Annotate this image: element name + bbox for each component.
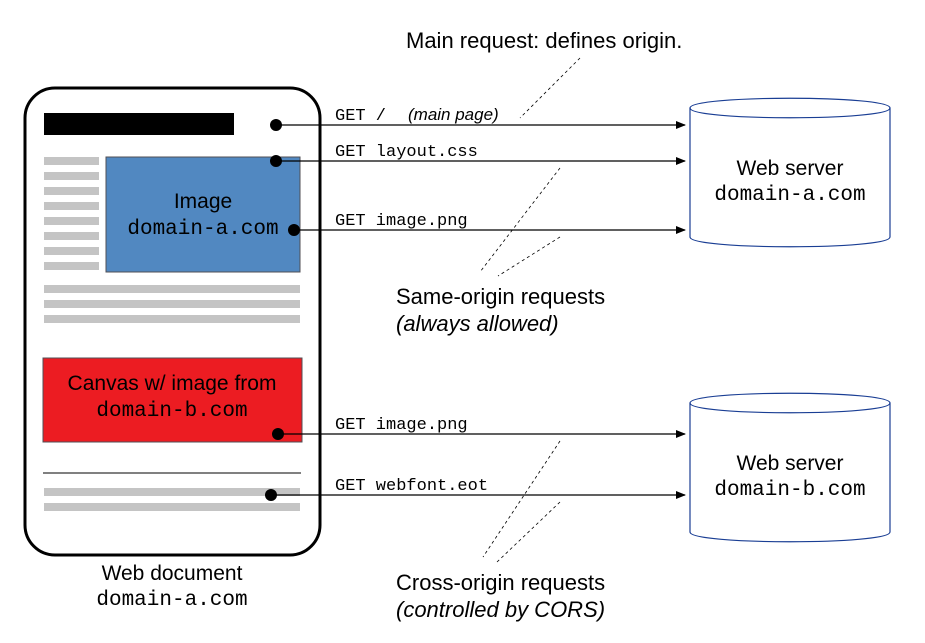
request-css-label: GET layout.css <box>335 143 478 162</box>
server-a: Web server domain-a.com <box>690 98 890 247</box>
cross-origin-group: Cross-origin requests (controlled by COR… <box>396 441 605 622</box>
request-main-note: (main page) <box>408 105 499 124</box>
request-main-get: GET / <box>335 107 386 126</box>
doc-titlebar <box>44 113 234 135</box>
server-b: Web server domain-b.com <box>690 393 890 542</box>
canvas-box-line1: Canvas w/ image from <box>68 372 277 395</box>
cross-origin-title: Cross-origin requests <box>396 570 605 595</box>
same-origin-sub: (always allowed) <box>396 311 559 336</box>
main-request-connector <box>520 58 580 118</box>
same-origin-title: Same-origin requests <box>396 284 605 309</box>
main-request-label: Main request: defines origin. <box>406 28 682 53</box>
server-a-title: Web server <box>737 157 844 180</box>
cross-origin-sub: (controlled by CORS) <box>396 597 605 622</box>
doc-caption-line2: domain-a.com <box>96 589 247 612</box>
request-image-same: GET image.png <box>288 212 685 236</box>
image-box-line2: domain-a.com <box>127 218 278 241</box>
server-a-domain: domain-a.com <box>714 184 865 207</box>
request-main: GET / (main page) <box>270 105 685 131</box>
image-box: Image domain-a.com <box>106 157 300 272</box>
doc-caption-line1: Web document <box>102 562 243 585</box>
request-webfont-label: GET webfont.eot <box>335 477 488 496</box>
request-webfont: GET webfont.eot <box>265 477 685 501</box>
request-image-cross: GET image.png <box>272 416 685 440</box>
canvas-box-line2: domain-b.com <box>96 400 247 423</box>
image-box-line1: Image <box>174 190 232 213</box>
server-b-domain: domain-b.com <box>714 479 865 502</box>
canvas-box: Canvas w/ image from domain-b.com <box>43 358 302 442</box>
cors-diagram: Image domain-a.com Canvas w/ image from … <box>0 0 925 643</box>
request-image-cross-label: GET image.png <box>335 416 468 435</box>
same-origin-group: Same-origin requests (always allowed) <box>396 168 605 336</box>
server-b-title: Web server <box>737 452 844 475</box>
doc-textlines-mid <box>44 285 300 323</box>
request-css: GET layout.css <box>270 143 685 167</box>
request-image-same-label: GET image.png <box>335 212 468 231</box>
